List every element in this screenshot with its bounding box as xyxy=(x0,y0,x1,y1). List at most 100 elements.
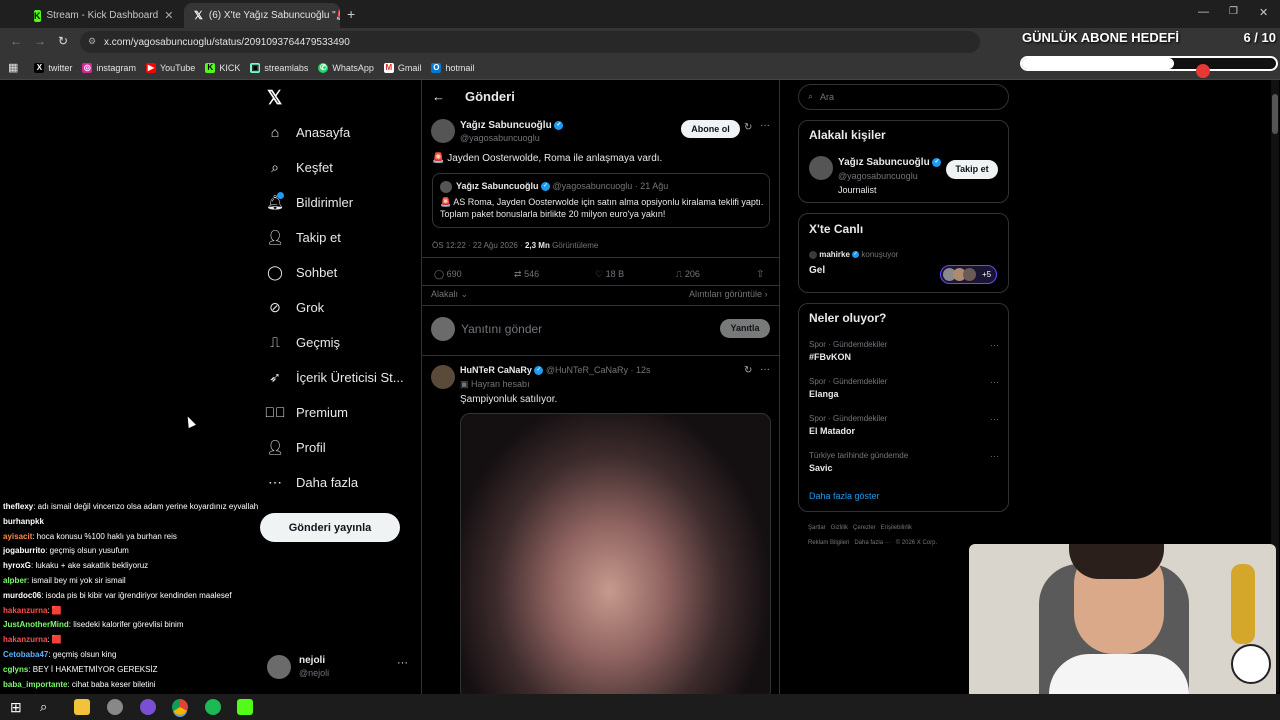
bookmark-twitter[interactable]: Xtwitter xyxy=(34,62,72,73)
search-icon[interactable]: ⌕ xyxy=(40,699,56,715)
more-options-icon[interactable]: ··· xyxy=(990,451,999,461)
site-info-icon[interactable]: ⚙ xyxy=(88,36,96,47)
view-quotes-link[interactable]: Alıntıları görüntüle › xyxy=(689,289,768,299)
scrollbar-thumb[interactable] xyxy=(1272,94,1278,134)
bookmark-instagram[interactable]: ◎ instagram xyxy=(82,62,136,73)
chrome-icon[interactable] xyxy=(172,699,188,715)
account-menu-icon[interactable]: ··· xyxy=(397,657,408,669)
account-name: nejoli xyxy=(299,655,326,666)
maximize-icon[interactable]: ❐ xyxy=(1229,6,1238,17)
nav-grok[interactable]: ⊘ Grok xyxy=(267,299,324,315)
x-live-card[interactable]: X'te Canlı mahirke ✓ konuşuyor Gel +5 xyxy=(798,213,1009,293)
search-icon: ⌕ xyxy=(271,158,279,175)
trends-card: Neler oluyor? Spor · Gündemdekiler #FBvKO… xyxy=(798,303,1009,512)
post-thread-column: ← Gönderi Yağız Sabuncuoğlu ✓ @yagosabun… xyxy=(421,80,780,700)
subscriber-goal-overlay: GÜNLÜK ABONE HEDEFİ 6 / 10 xyxy=(1010,28,1280,80)
app-icon[interactable] xyxy=(107,699,123,715)
x-icon: 𝕏 xyxy=(194,10,203,22)
nav-profile[interactable]: 👤︎ Profil xyxy=(266,439,326,455)
forward-icon[interactable]: → xyxy=(34,34,46,48)
bookmark-youtube[interactable]: ▶ YouTube xyxy=(145,62,195,73)
nav-home[interactable]: ⌂ Anasayfa xyxy=(267,124,350,140)
avatar[interactable] xyxy=(267,655,291,679)
trend-item[interactable]: Türkiye tarihinde gündemde Savic ··· xyxy=(809,451,999,473)
reload-icon[interactable]: ↻ xyxy=(58,34,68,48)
bookmark-hotmail[interactable]: Ohotmail xyxy=(431,62,474,73)
x-logo-icon[interactable]: 𝕏 xyxy=(267,87,282,110)
bookmark-gmail[interactable]: M Gmail xyxy=(383,62,421,73)
kick-icon[interactable] xyxy=(237,699,253,715)
bookmark-streamlabs[interactable]: ▣ streamlabs xyxy=(250,62,308,73)
back-arrow-icon[interactable]: ← xyxy=(432,89,445,104)
nav-follow[interactable]: 👤︎ Takip et xyxy=(266,229,341,245)
tab-label: (6) X'te Yağız Sabuncuoğlu "🚨 xyxy=(208,10,340,21)
reply-button[interactable]: Yanıtla xyxy=(720,319,770,338)
chat-username: Cetobaba47 xyxy=(3,650,49,659)
author-avatar[interactable] xyxy=(431,119,455,143)
bookmark-count[interactable]: ⎍ 206 xyxy=(676,269,700,280)
url-input[interactable]: ⚙ x.com/yagosabuncuoglu/status/209109376… xyxy=(80,31,980,53)
grok-explain-icon[interactable]: ↻ xyxy=(744,365,752,376)
chat-message: burhanpkk xyxy=(3,517,44,526)
close-icon[interactable]: ✕ xyxy=(164,9,173,22)
more-options-icon[interactable]: ··· xyxy=(990,377,999,387)
quoted-post[interactable]: Yağız Sabuncuoğlu ✓ @yagosabuncuoglu · 2… xyxy=(432,173,770,228)
window-close-icon[interactable]: ✕ xyxy=(1259,6,1268,19)
show-more-link[interactable]: Daha fazla göster xyxy=(809,491,880,501)
chat-username: cglyns xyxy=(3,664,29,674)
share-icon[interactable]: ⇧ xyxy=(756,269,764,280)
trend-item[interactable]: Spor · Gündemdekiler El Matador ··· xyxy=(809,414,999,436)
minimize-icon[interactable]: — xyxy=(1198,6,1209,18)
chat-text: : lukaku + ake sakatlık bekliyoruz xyxy=(31,561,149,571)
grok-explain-icon[interactable]: ↻ xyxy=(744,122,752,133)
discord-icon[interactable] xyxy=(140,699,156,715)
new-tab-icon[interactable]: + xyxy=(347,6,355,22)
trend-item[interactable]: Spor · Gündemdekiler Elanga ··· xyxy=(809,377,999,399)
listener-extra-count: +5 xyxy=(982,270,992,279)
more-options-icon[interactable]: ··· xyxy=(760,120,770,131)
windows-start-icon[interactable]: ⊞ xyxy=(10,699,26,715)
chat-text: : ismail bey mi yok sir ismail xyxy=(27,576,126,585)
apps-grid-icon[interactable]: ▦ xyxy=(8,61,18,74)
bookmark-kick[interactable]: K KICK xyxy=(205,62,240,73)
more-options-icon[interactable]: ··· xyxy=(990,340,999,350)
avatar xyxy=(809,250,817,259)
reply-image[interactable] xyxy=(460,413,771,700)
nav-creator-studio[interactable]: ➶ İçerik Üreticisi St... xyxy=(267,369,404,385)
tab-kick-dashboard[interactable]: K Stream - Kick Dashboard ✕ xyxy=(24,3,180,28)
spotify-icon[interactable] xyxy=(205,699,221,715)
bookmark-whatsapp[interactable]: ✆ WhatsApp xyxy=(318,62,374,73)
nav-explore[interactable]: ⌕ Keşfet xyxy=(267,159,333,175)
nav-more[interactable]: ⋯ Daha fazla xyxy=(267,474,358,490)
nav-chat[interactable]: ◯ Sohbet xyxy=(267,264,337,280)
sort-relevance[interactable]: Alakalı ⌄ xyxy=(431,289,468,300)
subscribe-button[interactable]: Abone ol xyxy=(681,120,740,138)
chat-message: baba_importante: cihat baba keser bileti… xyxy=(3,680,156,689)
footer-links[interactable]: Şartlar Gizlilik Çerezler Erişilebilirli… xyxy=(808,525,912,531)
nav-history[interactable]: ⎍ Geçmiş xyxy=(267,334,340,350)
more-options-icon[interactable]: ··· xyxy=(760,364,770,375)
like-count[interactable]: ♡ 18 B xyxy=(595,269,624,280)
post-button[interactable]: Gönderi yayınla xyxy=(260,513,400,542)
mouse-cursor-icon xyxy=(184,414,196,429)
repost-count[interactable]: ⇄ 546 xyxy=(514,269,539,280)
tab-x-post[interactable]: 𝕏 (6) X'te Yağız Sabuncuoğlu "🚨 ✕ xyxy=(184,3,340,28)
search-input[interactable]: ⌕ Ara xyxy=(798,84,1009,110)
trend-item[interactable]: Spor · Gündemdekiler #FBvKON ··· xyxy=(809,340,999,362)
football xyxy=(1231,644,1271,684)
file-explorer-icon[interactable] xyxy=(74,699,90,715)
taskbar: ⊞ ⌕ xyxy=(0,694,1280,720)
author-name[interactable]: Yağız Sabuncuoğlu ✓ xyxy=(460,120,564,131)
reply-author-avatar[interactable] xyxy=(431,365,455,389)
reply-count[interactable]: ◯ 690 xyxy=(434,269,462,280)
verified-icon: ✓ xyxy=(541,182,551,192)
person-name[interactable]: Yağız Sabuncuoğlu ✓ xyxy=(838,157,942,168)
post-meta: ÖS 12:22 · 22 Ağu 2026 · 2,3 Mn Görüntül… xyxy=(432,241,599,250)
follow-button[interactable]: Takip et xyxy=(946,160,998,179)
avatar[interactable] xyxy=(809,156,833,180)
back-icon[interactable]: ← xyxy=(10,34,22,48)
footer-links-2[interactable]: Reklam Bilgileri Daha fazla ··· © 2026 X… xyxy=(808,540,937,546)
reply-input[interactable]: Yanıtını gönder xyxy=(461,322,542,336)
nav-premium[interactable]: ✓⃝ Premium xyxy=(265,404,349,420)
more-options-icon[interactable]: ··· xyxy=(990,414,999,424)
